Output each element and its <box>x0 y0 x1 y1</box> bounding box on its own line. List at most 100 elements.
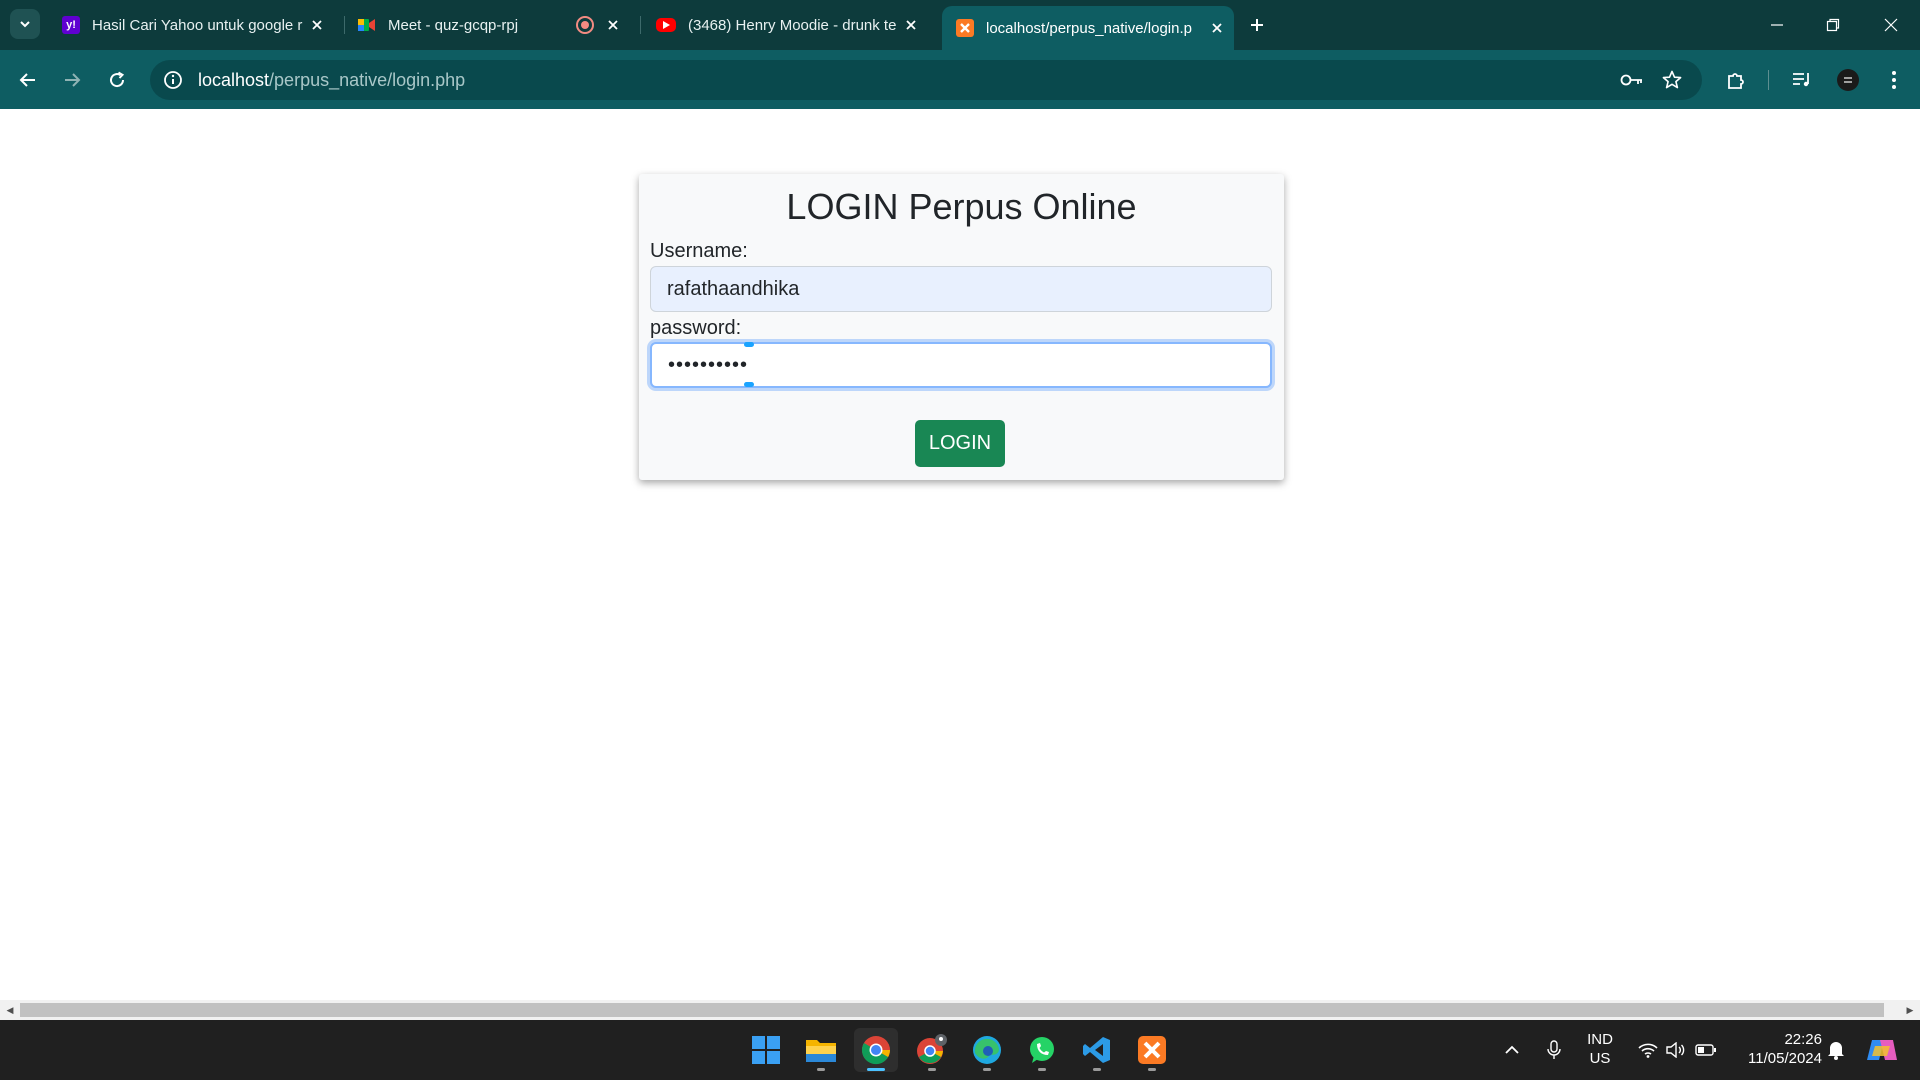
close-window-button[interactable] <box>1876 10 1906 40</box>
url-text: localhost/perpus_native/login.php <box>198 70 465 91</box>
new-tab-button[interactable] <box>1244 12 1270 38</box>
close-icon <box>1884 18 1898 32</box>
notifications-button[interactable] <box>1822 1036 1850 1064</box>
clock-time: 22:26 <box>1784 1031 1822 1048</box>
battery-button[interactable] <box>1692 1036 1720 1064</box>
chevron-up-icon <box>1505 1045 1519 1054</box>
copilot-icon <box>1867 1040 1897 1060</box>
avatar <box>1837 69 1859 91</box>
username-input[interactable]: rafathaandhika <box>650 266 1272 312</box>
chrome-icon <box>861 1036 890 1065</box>
tab-title: Meet - quz-gcqp-rpj <box>388 16 519 34</box>
scroll-left-arrow-icon[interactable]: ◀ <box>0 1000 20 1020</box>
close-icon[interactable] <box>602 14 624 36</box>
close-icon[interactable] <box>900 14 922 36</box>
microphone-icon <box>1547 1040 1561 1059</box>
playlist-icon <box>1793 73 1809 87</box>
wifi-button[interactable] <box>1634 1036 1662 1064</box>
chevron-down-icon <box>20 21 30 28</box>
url-host: localhost <box>198 69 270 90</box>
login-button[interactable]: LOGIN <box>915 420 1005 467</box>
windows-start-button[interactable] <box>744 1028 788 1072</box>
back-button[interactable] <box>12 64 44 96</box>
language-code: IND <box>1587 1031 1613 1048</box>
keyboard-layout: US <box>1589 1050 1611 1067</box>
whatsapp-taskbar-button[interactable] <box>1020 1028 1064 1072</box>
xampp-icon <box>956 19 974 37</box>
volume-icon <box>1666 1042 1685 1058</box>
clock-date: 11/05/2024 <box>1748 1050 1822 1067</box>
vscode-icon <box>1083 1037 1110 1063</box>
whatsapp-icon <box>1030 1037 1054 1063</box>
more-vertical-icon <box>1892 71 1896 89</box>
tab-strip: y! Hasil Cari Yahoo untuk google r Meet … <box>0 0 1920 50</box>
vscode-taskbar-button[interactable] <box>1075 1028 1119 1072</box>
xampp-taskbar-button[interactable] <box>1130 1028 1174 1072</box>
file-explorer-icon <box>806 1040 836 1062</box>
text-caret-handle-top <box>744 342 754 347</box>
scrollbar-thumb[interactable] <box>20 1003 1884 1017</box>
chrome-taskbar-button[interactable] <box>854 1028 898 1072</box>
microphone-button[interactable] <box>1540 1036 1568 1064</box>
media-control-button[interactable] <box>1786 64 1818 96</box>
tab-title: Hasil Cari Yahoo untuk google r <box>92 16 303 34</box>
tab-search-button[interactable] <box>10 9 40 39</box>
tab-title: localhost/perpus_native/login.p <box>986 19 1192 37</box>
clock[interactable]: 22:26 11/05/2024 <box>1732 1030 1822 1068</box>
recording-icon <box>576 16 594 34</box>
edge-taskbar-button[interactable] <box>965 1028 1009 1072</box>
show-hidden-icons-button[interactable] <box>1498 1036 1526 1064</box>
site-info-icon[interactable] <box>162 69 184 91</box>
forward-button[interactable] <box>56 64 88 96</box>
arrow-left-icon <box>19 73 35 87</box>
browser-menu-button[interactable] <box>1878 64 1910 96</box>
reload-icon <box>110 71 125 88</box>
plus-icon <box>1251 19 1263 31</box>
windows-start-icon <box>752 1036 780 1064</box>
minimize-icon <box>1771 24 1783 26</box>
tab-title: (3468) Henry Moodie - drunk te <box>688 16 897 34</box>
url-path: /perpus_native/login.php <box>269 69 466 90</box>
file-explorer-taskbar-button[interactable] <box>799 1028 843 1072</box>
language-indicator[interactable]: IND US <box>1580 1030 1620 1068</box>
edge-icon <box>973 1036 1001 1064</box>
tab-youtube[interactable]: (3468) Henry Moodie - drunk te <box>642 8 928 42</box>
password-key-icon[interactable] <box>1618 66 1646 94</box>
login-card: LOGIN Perpus Online Username: rafathaand… <box>639 174 1284 480</box>
arrow-right-icon <box>65 73 81 87</box>
restore-button[interactable] <box>1818 10 1848 40</box>
volume-button[interactable] <box>1662 1036 1690 1064</box>
tab-meet[interactable]: Meet - quz-gcqp-rpj <box>344 8 630 42</box>
tab-localhost-login[interactable]: localhost/perpus_native/login.p <box>942 6 1234 50</box>
chrome-profile-icon <box>917 1034 947 1064</box>
xampp-icon <box>1138 1036 1166 1064</box>
text-caret-handle-bottom <box>744 382 754 387</box>
address-bar[interactable]: localhost/perpus_native/login.php <box>150 60 1702 100</box>
password-input[interactable]: •••••••••• <box>650 342 1272 388</box>
google-meet-icon <box>358 16 376 34</box>
wifi-icon <box>1638 1043 1658 1058</box>
close-icon[interactable] <box>1206 17 1228 39</box>
page-title: LOGIN Perpus Online <box>786 186 1137 227</box>
battery-icon <box>1695 1044 1716 1056</box>
copilot-button[interactable] <box>1864 1036 1900 1064</box>
extensions-button[interactable] <box>1720 64 1752 96</box>
horizontal-scrollbar[interactable]: ◀ ▶ <box>0 1000 1920 1020</box>
minimize-button[interactable] <box>1762 10 1792 40</box>
windows-taskbar: IND US 22:26 11/05/2024 <box>0 1020 1920 1080</box>
reload-button[interactable] <box>101 64 133 96</box>
youtube-icon <box>656 18 676 32</box>
bookmark-star-icon[interactable] <box>1658 66 1686 94</box>
toolbar-divider <box>1768 70 1769 90</box>
yahoo-icon: y! <box>62 16 80 34</box>
chrome-profile-taskbar-button[interactable] <box>910 1028 954 1072</box>
puzzle-icon <box>1728 73 1744 89</box>
bell-icon <box>1828 1042 1844 1060</box>
browser-toolbar: localhost/perpus_native/login.php <box>0 50 1920 109</box>
profile-button[interactable] <box>1832 64 1864 96</box>
tab-yahoo[interactable]: y! Hasil Cari Yahoo untuk google r <box>48 8 334 42</box>
close-icon[interactable] <box>306 14 328 36</box>
tab-separator <box>640 16 641 34</box>
scroll-right-arrow-icon[interactable]: ▶ <box>1900 1000 1920 1020</box>
username-label: Username: <box>650 240 748 262</box>
